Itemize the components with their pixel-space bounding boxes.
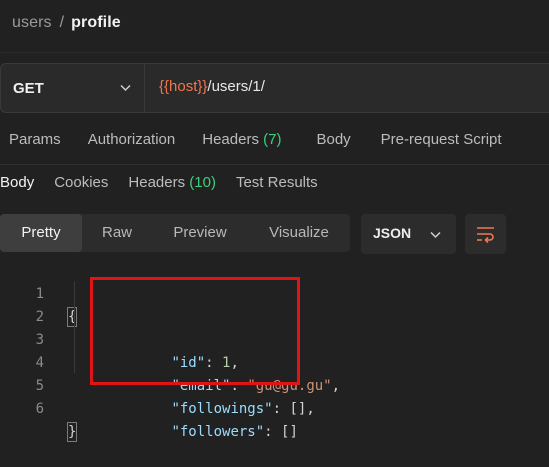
request-bar: GET {{host}}/users/1/ [0,63,549,113]
view-raw-button[interactable]: Raw [82,214,152,252]
headers-count-badge: (7) [263,131,282,148]
response-tabs: Body Cookies Headers (10) Test Results [0,174,318,198]
indent-guide [74,281,75,373]
json-value: [] [281,424,298,440]
breadcrumb-separator: / [59,14,65,31]
tab-headers[interactable]: Headers (7) [202,131,281,155]
wrap-lines-button[interactable] [465,214,506,254]
header-divider [0,52,549,53]
wrap-lines-icon [477,227,494,244]
request-name[interactable]: profile [71,14,121,32]
request-tabs: Params Authorization Headers (7) Body Pr… [0,131,502,155]
tab-pre-request-script[interactable]: Pre-request Script [381,131,502,155]
tab-cookies[interactable]: Cookies [54,174,108,198]
chevron-down-icon [120,84,131,92]
method-label: GET [13,79,44,97]
tab-response-body[interactable]: Body [0,174,34,198]
breadcrumb: users / profile [12,12,121,34]
tab-response-headers[interactable]: Headers (10) [128,174,216,198]
tab-test-results[interactable]: Test Results [236,174,318,198]
chevron-down-icon [430,231,441,239]
view-visualize-button[interactable]: Visualize [248,214,350,252]
section-divider [0,164,549,165]
format-dropdown[interactable]: JSON [361,214,456,254]
tab-body[interactable]: Body [316,131,350,155]
json-separator: : [264,424,282,440]
url-path: /users/1/ [207,78,265,95]
tab-authorization[interactable]: Authorization [88,131,176,155]
breadcrumb-collection[interactable]: users [12,14,52,32]
line-number: 6 [35,401,44,417]
json-close-brace: } [67,422,78,442]
json-key: "followers" [171,424,265,440]
view-preview-button[interactable]: Preview [152,214,248,252]
url-input[interactable]: {{host}}/users/1/ [159,78,265,95]
json-comma: , [306,401,315,417]
tab-headers-label: Headers [202,131,259,148]
method-dropdown[interactable]: GET [1,64,145,112]
url-host-variable: {{host}} [159,78,208,95]
view-mode-switch: Pretty Raw Preview Visualize [0,214,350,252]
view-pretty-button[interactable]: Pretty [0,214,82,252]
response-headers-count-badge: (10) [189,174,216,191]
tab-params[interactable]: Params [9,131,61,155]
format-label: JSON [373,225,412,241]
annotation-highlight-box [90,277,300,385]
tab-response-headers-label: Headers [128,174,186,191]
